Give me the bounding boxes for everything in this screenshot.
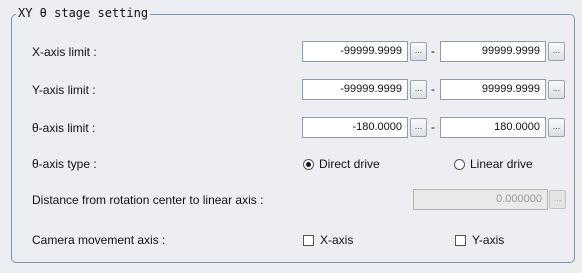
- theta-axis-max-browse-button[interactable]: ...: [548, 118, 565, 137]
- y-axis-checkbox-label: Y-axis: [472, 233, 505, 247]
- x-axis-checkbox[interactable]: X-axis: [303, 232, 353, 248]
- distance-label: Distance from rotation center to linear …: [32, 193, 264, 207]
- camera-movement-label: Camera movement axis :: [32, 233, 166, 247]
- y-axis-limit-label: Y-axis limit :: [32, 83, 96, 97]
- range-separator: -: [431, 44, 435, 58]
- x-axis-min-browse-button[interactable]: ...: [410, 42, 427, 61]
- group-title: XY θ stage setting: [16, 6, 151, 20]
- y-axis-min-field[interactable]: -99999.9999: [302, 79, 408, 100]
- theta-axis-type-label: θ-axis type :: [32, 157, 97, 171]
- y-axis-max-field[interactable]: 99999.9999: [440, 79, 546, 100]
- x-axis-max-field[interactable]: 99999.9999: [440, 41, 546, 62]
- distance-browse-button: ...: [549, 190, 566, 209]
- radio-unselected-icon: [454, 159, 465, 170]
- radio-selected-icon: [303, 159, 314, 170]
- checkbox-icon: [303, 235, 314, 246]
- range-separator: -: [431, 120, 435, 134]
- theta-axis-max-field[interactable]: 180.0000: [440, 117, 546, 138]
- x-axis-limit-label: X-axis limit :: [32, 45, 97, 59]
- distance-field: 0.000000: [413, 189, 548, 210]
- checkbox-icon: [455, 235, 466, 246]
- x-axis-max-browse-button[interactable]: ...: [548, 42, 565, 61]
- y-axis-min-browse-button[interactable]: ...: [410, 80, 427, 99]
- theta-axis-min-field[interactable]: -180.0000: [302, 117, 408, 138]
- linear-drive-label: Linear drive: [470, 157, 533, 171]
- y-axis-max-browse-button[interactable]: ...: [548, 80, 565, 99]
- direct-drive-radio[interactable]: Direct drive: [303, 156, 380, 172]
- y-axis-checkbox[interactable]: Y-axis: [455, 232, 504, 248]
- direct-drive-label: Direct drive: [319, 157, 380, 171]
- theta-axis-limit-label: θ-axis limit :: [32, 121, 96, 135]
- x-axis-min-field[interactable]: -99999.9999: [302, 41, 408, 62]
- linear-drive-radio[interactable]: Linear drive: [454, 156, 533, 172]
- theta-axis-min-browse-button[interactable]: ...: [410, 118, 427, 137]
- range-separator: -: [431, 82, 435, 96]
- x-axis-checkbox-label: X-axis: [320, 233, 354, 247]
